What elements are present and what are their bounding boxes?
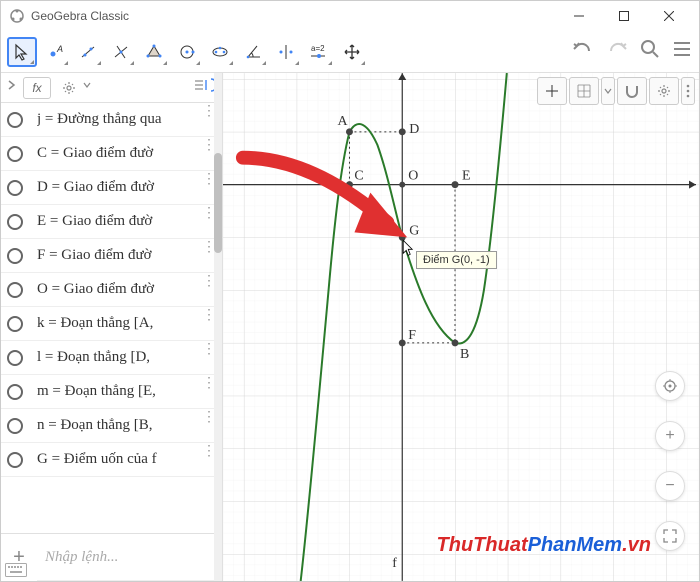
visibility-toggle[interactable]: [7, 418, 23, 434]
tool-move-view[interactable]: [337, 37, 367, 67]
sidebar-expand-icon[interactable]: [5, 78, 19, 97]
list-item[interactable]: E = Giao điểm đườ⋮: [1, 205, 222, 239]
algebra-sidebar: fx j = Đường thẳng qua⋮ C = Giao điểm đư…: [1, 73, 223, 581]
list-item[interactable]: j = Đường thẳng qua⋮: [1, 103, 222, 137]
svg-text:C: C: [354, 169, 363, 184]
sidebar-dropdown-icon[interactable]: [83, 78, 91, 97]
graph-toolbar: [537, 77, 695, 105]
tool-point[interactable]: A: [40, 37, 70, 67]
svg-text:O: O: [408, 169, 418, 184]
graph-view[interactable]: A B C D E F G O f: [223, 73, 699, 581]
sidebar-scrollbar[interactable]: [214, 73, 222, 581]
tool-move[interactable]: [7, 37, 37, 67]
snap-toggle[interactable]: [617, 77, 647, 105]
svg-text:F: F: [408, 328, 416, 343]
tool-angle[interactable]: [238, 37, 268, 67]
sidebar-settings-icon[interactable]: [55, 77, 83, 99]
visibility-toggle[interactable]: [7, 384, 23, 400]
zoom-out-button[interactable]: −: [655, 471, 685, 501]
zoom-in-button[interactable]: +: [655, 421, 685, 451]
minimize-button[interactable]: [556, 1, 601, 31]
list-item[interactable]: m = Đoạn thẳng [E,⋮: [1, 375, 222, 409]
axes-toggle[interactable]: [537, 77, 567, 105]
svg-text:a=2: a=2: [311, 44, 325, 53]
titlebar: GeoGebra Classic: [1, 1, 699, 31]
maximize-button[interactable]: [601, 1, 646, 31]
tool-reflect[interactable]: [271, 37, 301, 67]
algebra-list: j = Đường thẳng qua⋮ C = Giao điểm đườ⋮ …: [1, 103, 222, 533]
recenter-button[interactable]: [655, 371, 685, 401]
tool-slider[interactable]: a=2: [304, 37, 334, 67]
visibility-toggle[interactable]: [7, 282, 23, 298]
keyboard-icon[interactable]: [5, 563, 27, 582]
app-title: GeoGebra Classic: [31, 9, 556, 23]
grid-dropdown-icon[interactable]: [601, 77, 615, 105]
point-D: [399, 128, 406, 135]
point-B: [452, 339, 459, 346]
list-item[interactable]: n = Đoạn thẳng [B,⋮: [1, 409, 222, 443]
visibility-toggle[interactable]: [7, 452, 23, 468]
tool-line[interactable]: [73, 37, 103, 67]
command-input[interactable]: Nhập lệnh...: [37, 534, 222, 581]
list-item[interactable]: G = Điểm uốn của f⋮: [1, 443, 222, 477]
visibility-toggle[interactable]: [7, 112, 23, 128]
list-item[interactable]: F = Giao điểm đườ⋮: [1, 239, 222, 273]
visibility-toggle[interactable]: [7, 180, 23, 196]
tool-circle[interactable]: [172, 37, 202, 67]
toolbar: A a=2: [1, 31, 699, 73]
point-O: [399, 182, 405, 188]
graph-settings-icon[interactable]: [649, 77, 679, 105]
svg-text:A: A: [338, 114, 348, 129]
fx-button[interactable]: fx: [23, 77, 51, 99]
undo-button[interactable]: [571, 37, 595, 66]
graph-more-icon[interactable]: [681, 77, 695, 105]
list-item[interactable]: C = Giao điểm đườ⋮: [1, 137, 222, 171]
watermark: ThuThuatPhanMem.vn: [437, 534, 651, 557]
svg-text:A: A: [56, 44, 63, 54]
tool-perpendicular[interactable]: [106, 37, 136, 67]
point-tooltip: Điểm G(0, -1): [416, 251, 497, 269]
visibility-toggle[interactable]: [7, 214, 23, 230]
point-A: [346, 128, 353, 135]
list-item[interactable]: k = Đoạn thẳng [A,⋮: [1, 307, 222, 341]
redo-button[interactable]: [605, 37, 629, 66]
point-F: [399, 339, 406, 346]
svg-text:D: D: [409, 122, 419, 137]
list-item[interactable]: D = Giao điểm đườ⋮: [1, 171, 222, 205]
search-button[interactable]: [639, 38, 661, 65]
svg-text:E: E: [462, 169, 471, 184]
list-item[interactable]: O = Giao điểm đườ⋮: [1, 273, 222, 307]
svg-text:B: B: [460, 347, 469, 362]
fullscreen-button[interactable]: [655, 521, 685, 551]
grid-toggle[interactable]: [569, 77, 599, 105]
visibility-toggle[interactable]: [7, 350, 23, 366]
tool-ellipse[interactable]: [205, 37, 235, 67]
app-logo-icon: [9, 8, 25, 24]
svg-text:G: G: [409, 223, 419, 238]
tool-polygon[interactable]: [139, 37, 169, 67]
visibility-toggle[interactable]: [7, 146, 23, 162]
visibility-toggle[interactable]: [7, 248, 23, 264]
menu-button[interactable]: [671, 38, 693, 65]
list-item[interactable]: l = Đoạn thẳng [D, ⋮: [1, 341, 222, 375]
visibility-toggle[interactable]: [7, 316, 23, 332]
graph-canvas[interactable]: A B C D E F G O f: [223, 73, 699, 581]
svg-text:f: f: [392, 556, 397, 571]
point-E: [452, 181, 459, 188]
sidebar-header: fx: [1, 73, 222, 103]
close-button[interactable]: [646, 1, 691, 31]
